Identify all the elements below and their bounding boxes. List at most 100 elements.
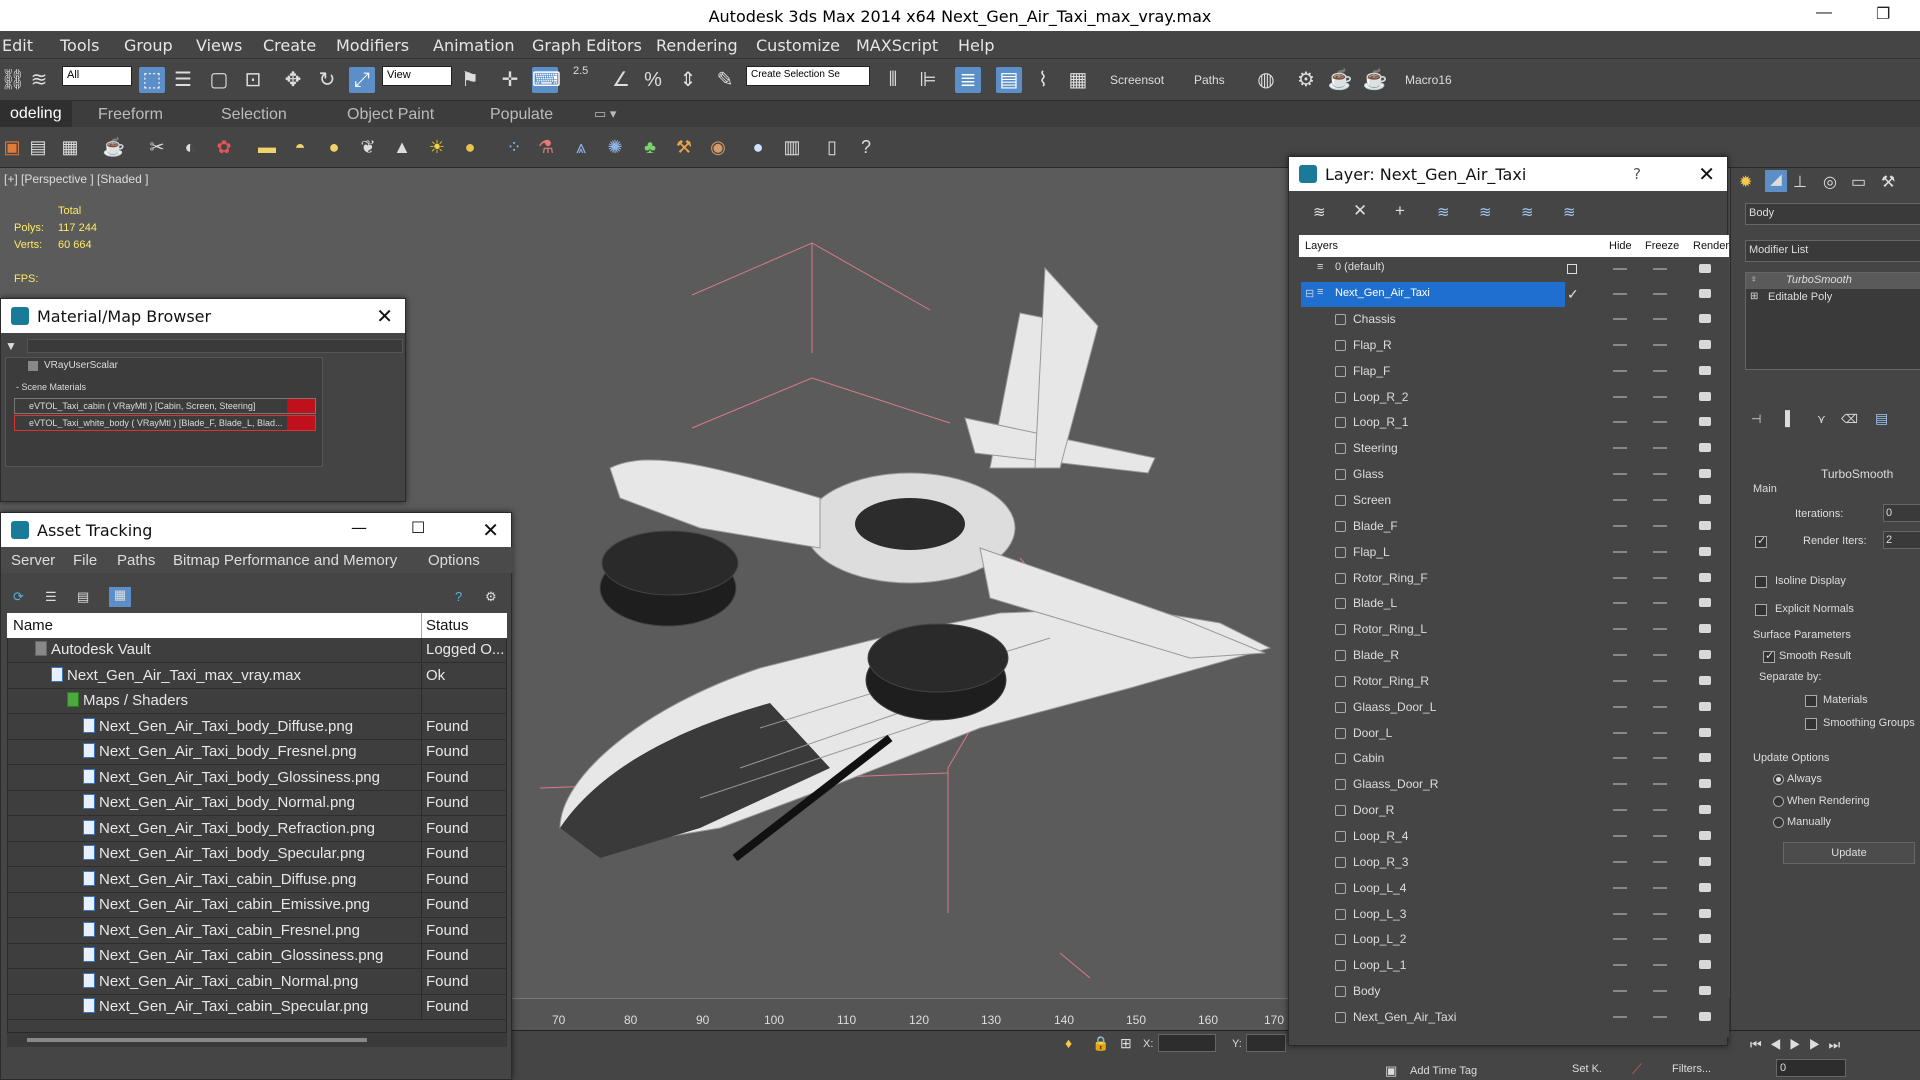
freeze-toggle[interactable] (1653, 1015, 1667, 1018)
select-objects-icon[interactable]: ≋ (1437, 203, 1450, 221)
maximize-icon[interactable]: ☐ (411, 518, 425, 537)
restore-icon[interactable]: ❐ (1876, 4, 1890, 24)
layer-object-row[interactable]: Blade_R (1299, 643, 1729, 668)
col-layers-header[interactable]: Layers (1305, 240, 1338, 252)
light-sphere-icon[interactable]: ● (458, 135, 482, 159)
help-icon[interactable]: ? (455, 589, 462, 604)
time-tag-icon[interactable]: ▣ (1385, 1063, 1397, 1079)
freeze-toggle[interactable] (1653, 860, 1667, 863)
hide-toggle[interactable] (1613, 1015, 1627, 1018)
key-filter-icon[interactable]: ⟋ (1632, 1061, 1642, 1078)
screenshot-button[interactable]: Screensot (1110, 73, 1164, 87)
hide-toggle[interactable] (1613, 602, 1627, 605)
menu-bitmap-performance[interactable]: Bitmap Performance and Memory (173, 552, 397, 569)
asset-row[interactable]: Autodesk Vault Logged O... (7, 638, 507, 663)
help-button[interactable]: ? (1633, 165, 1641, 183)
modify-tab-icon[interactable]: ◢ (1765, 170, 1787, 192)
pin-stack-icon[interactable]: ⊣ (1751, 412, 1761, 426)
link-icon[interactable]: ⛓ (0, 67, 26, 93)
layer-object-row[interactable]: Loop_L_2 (1299, 927, 1729, 952)
render-toggle-icon[interactable] (1699, 339, 1711, 349)
close-icon[interactable]: ✕ (482, 518, 499, 542)
asset-row[interactable]: Next_Gen_Air_Taxi_max_vray.max Ok (7, 663, 507, 689)
render-toggle-icon[interactable] (1699, 391, 1711, 401)
freeze-toggle[interactable] (1653, 602, 1667, 605)
modifier-list-dropdown[interactable]: Modifier List (1745, 240, 1920, 262)
grass-icon[interactable]: ♣ (638, 135, 662, 159)
keyboard-shortcut-icon[interactable]: ⌨ (532, 67, 561, 93)
close-icon[interactable]: ✕ (376, 304, 393, 328)
sphere-icon[interactable]: ● (322, 135, 346, 159)
hide-toggle[interactable] (1613, 964, 1627, 967)
layer-object-row[interactable]: Flap_R (1299, 333, 1729, 358)
current-frame-field[interactable]: 0 (1776, 1059, 1846, 1077)
asset-row[interactable]: Next_Gen_Air_Taxi_body_Normal.png Found (7, 791, 507, 816)
manipulate-icon[interactable]: ✛ (497, 67, 523, 93)
menu-rendering[interactable]: Rendering (656, 36, 738, 55)
render-icon[interactable]: ☕ (1362, 67, 1388, 93)
rotate-icon[interactable]: ↻ (314, 67, 340, 93)
current-layer-box[interactable] (1567, 264, 1577, 274)
layer-object-row[interactable]: Rotor_Ring_L (1299, 617, 1729, 642)
render-toggle-icon[interactable] (1699, 727, 1711, 737)
asset-row[interactable]: Next_Gen_Air_Taxi_cabin_Fresnel.png Found (7, 918, 507, 944)
render-toggle-icon[interactable] (1699, 960, 1711, 970)
align-icon[interactable]: ⊫ (915, 67, 941, 93)
col-status-header[interactable]: Status (426, 617, 469, 634)
layer-object-row[interactable]: Cabin (1299, 746, 1729, 771)
hide-toggle[interactable] (1613, 576, 1627, 579)
asset-row[interactable]: Next_Gen_Air_Taxi_cabin_Emissive.png Foun… (7, 893, 507, 918)
always-radio[interactable] (1773, 774, 1784, 785)
pin-icon[interactable]: ♦ (1065, 1035, 1072, 1051)
render-toggle-icon[interactable] (1699, 314, 1711, 323)
isoline-checkbox[interactable] (1755, 576, 1767, 588)
bulb-icon[interactable]: ♀ (1750, 274, 1758, 285)
playback-controls[interactable]: ⏮◀▶▶⏭ (1750, 1037, 1848, 1053)
tab-modeling[interactable]: odeling (0, 101, 72, 127)
ribbon-options-icon[interactable]: ▭ ▾ (594, 106, 616, 122)
smooth-result-checkbox[interactable]: ✓ (1763, 650, 1775, 663)
select-object-icon[interactable]: ⬚ (139, 67, 165, 93)
hide-toggle[interactable] (1613, 757, 1627, 760)
layer-object-row[interactable]: Loop_R_1 (1299, 410, 1729, 435)
paths-button[interactable]: Paths (1194, 73, 1225, 87)
freeze-toggle[interactable] (1653, 705, 1667, 708)
delete-layer-icon[interactable]: ✕ (1353, 201, 1367, 221)
hide-toggle[interactable] (1613, 421, 1627, 424)
list-view-icon[interactable]: ☰ (45, 589, 57, 605)
layer-object-row[interactable]: Loop_L_3 (1299, 902, 1729, 927)
proxy-icon[interactable]: ⚗ (534, 135, 558, 159)
show-end-result-icon[interactable]: ▌ (1785, 410, 1795, 426)
help-icon[interactable]: ? (854, 135, 878, 159)
scale-icon[interactable]: ⤢ (349, 67, 375, 93)
fur-icon[interactable]: ⩓ (569, 135, 593, 159)
layer-object-row[interactable]: Flap_F (1299, 359, 1729, 384)
render-toggle-icon[interactable] (1699, 1011, 1711, 1021)
asset-row[interactable]: Maps / Shaders (7, 689, 507, 714)
close-icon[interactable]: ✕ (1698, 162, 1715, 186)
hide-toggle[interactable] (1613, 886, 1627, 889)
layer-object-row[interactable]: Door_L (1299, 721, 1729, 746)
menu-file[interactable]: File (73, 552, 97, 569)
add-to-layer-icon[interactable]: + (1395, 201, 1405, 221)
freeze-toggle[interactable] (1653, 654, 1667, 657)
menu-tools[interactable]: Tools (60, 36, 99, 55)
freeze-toggle[interactable] (1653, 938, 1667, 941)
render-frame-icon[interactable]: ☕ (1327, 67, 1353, 93)
open-icon[interactable]: ▣ (0, 135, 24, 159)
layer-object-row[interactable]: Body (1299, 979, 1729, 1004)
render-toggle-icon[interactable] (1699, 675, 1711, 685)
hide-toggle[interactable] (1613, 835, 1627, 837)
expand-icon[interactable]: ⊞ (1750, 291, 1758, 302)
layer-object-row[interactable]: Screen (1299, 488, 1729, 513)
layer-object-row[interactable]: Glaass_Door_L (1299, 695, 1729, 720)
particles-icon[interactable]: ⁘ (502, 135, 526, 159)
layer-object-row[interactable]: Blade_L (1299, 591, 1729, 616)
browser-options-icon[interactable]: ▼ (5, 339, 17, 353)
hide-toggle[interactable] (1613, 705, 1627, 708)
helper-icon[interactable]: ✂ (145, 135, 169, 159)
freeze-toggle[interactable] (1653, 498, 1667, 501)
turbosmooth-rollout[interactable]: TurboSmooth (1821, 467, 1893, 481)
dummy-icon[interactable]: ✿ (212, 135, 236, 159)
layer-object-row[interactable]: Loop_R_2 (1299, 385, 1729, 410)
